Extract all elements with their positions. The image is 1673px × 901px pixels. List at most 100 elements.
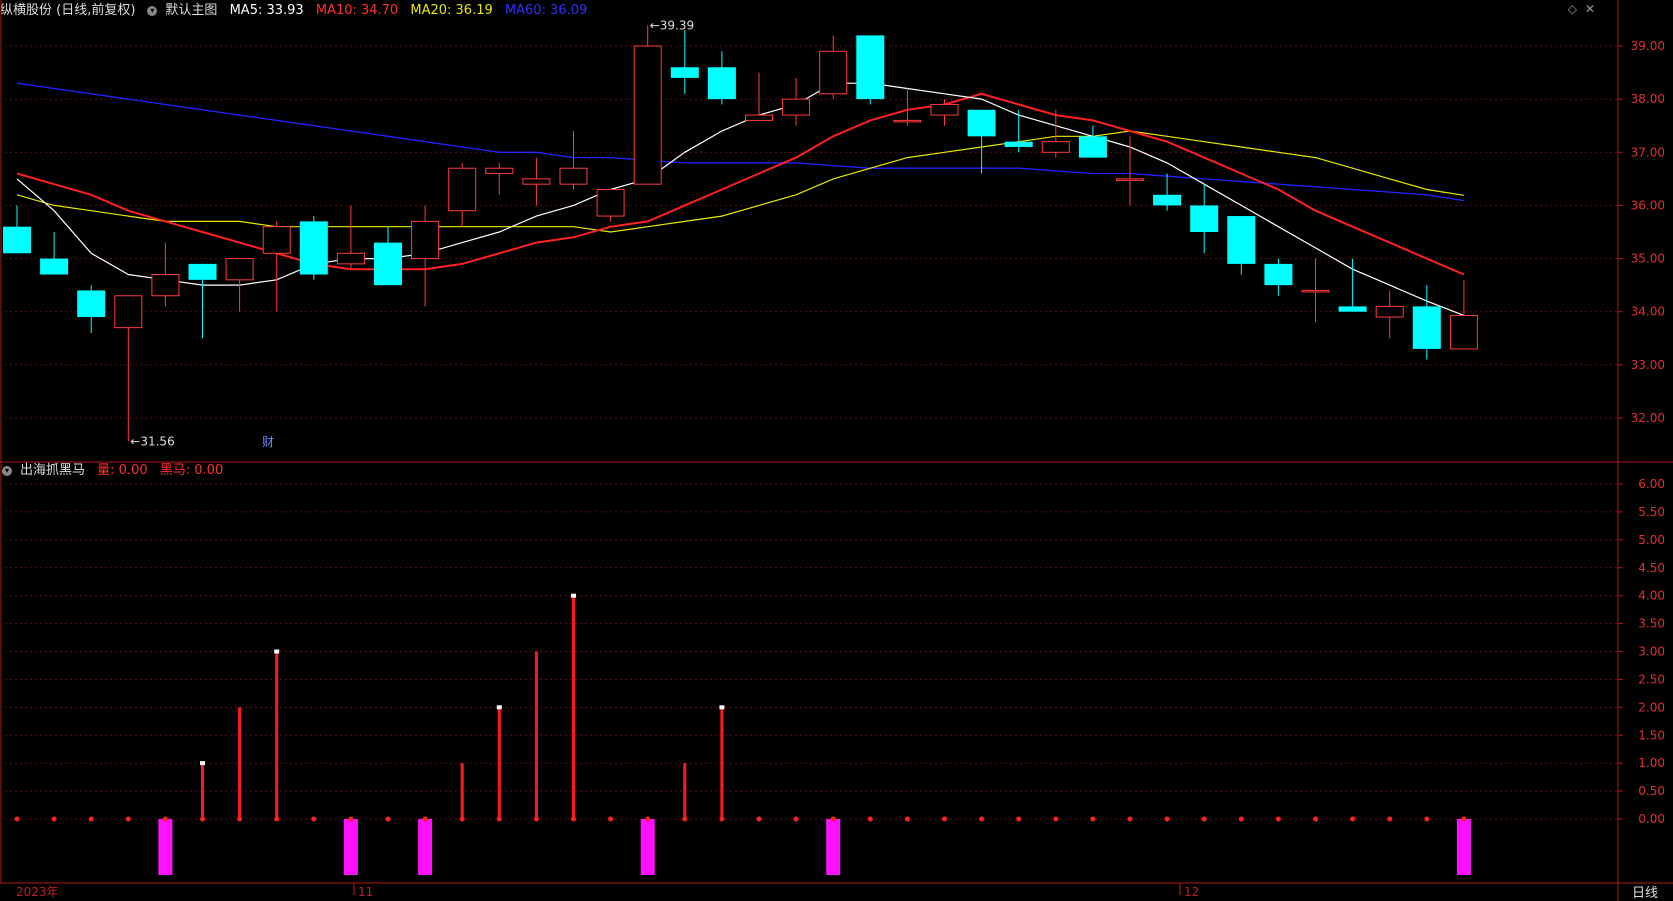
candle-body-down xyxy=(1153,194,1182,206)
candle-body-up xyxy=(522,178,551,185)
candle-body-up xyxy=(559,167,588,185)
signal-tip xyxy=(200,761,205,766)
candle-body-down xyxy=(77,290,106,318)
candle-body-up xyxy=(485,167,514,175)
zero-dot xyxy=(200,816,205,822)
zero-dot xyxy=(830,816,836,822)
x-axis-label: 11 xyxy=(358,885,373,899)
y-tick-label: 1.50 xyxy=(1638,728,1665,742)
zero-dot xyxy=(274,816,280,822)
y-tick-label: 3.50 xyxy=(1638,617,1665,631)
zero-dot xyxy=(125,816,131,822)
zero-dot xyxy=(979,816,985,822)
signal-tip xyxy=(496,705,502,710)
candle-body-up xyxy=(1301,289,1330,293)
signal-tip xyxy=(571,593,576,598)
candle-body-down xyxy=(188,263,217,280)
zero-dot xyxy=(533,816,539,822)
period-label: 日线 xyxy=(1632,886,1658,901)
candle-body-up xyxy=(1041,141,1070,153)
y-tick-label: 6.00 xyxy=(1638,477,1665,491)
y-tick-label: 39.00 xyxy=(1631,39,1665,53)
zero-dot xyxy=(1238,816,1244,822)
zero-dot xyxy=(571,816,576,822)
zero-dot xyxy=(904,816,910,822)
ma5-line xyxy=(16,82,1465,316)
candle-body-down xyxy=(856,35,885,100)
horse-bar xyxy=(826,819,841,875)
candle-body-down xyxy=(670,67,699,78)
zero-dot xyxy=(459,816,465,822)
candle-body-up xyxy=(262,226,291,254)
zero-dot xyxy=(942,816,947,822)
candle-body-down xyxy=(1190,205,1219,232)
y-tick-label: 37.00 xyxy=(1631,145,1665,159)
y-tick-label: 33.00 xyxy=(1631,358,1665,372)
y-tick-label: 2.00 xyxy=(1638,700,1665,714)
zero-dot xyxy=(496,816,502,822)
candle-body-down xyxy=(374,242,402,286)
y-tick-label: 0.50 xyxy=(1638,784,1665,798)
y-tick-label: 38.00 xyxy=(1631,92,1665,106)
candle-body-up xyxy=(1116,178,1144,181)
horse-bar xyxy=(418,819,433,875)
zero-dot xyxy=(1164,816,1170,822)
candle-body-up xyxy=(819,50,848,95)
zero-dot xyxy=(51,816,57,822)
price-annotation: ←39.39 xyxy=(650,18,694,32)
y-tick-label: 0.00 xyxy=(1638,812,1665,826)
finance-marker: 财 xyxy=(262,435,274,449)
zero-dot xyxy=(608,816,614,822)
candle-body-down xyxy=(707,67,736,100)
zero-dot xyxy=(1313,816,1318,822)
zero-dot xyxy=(348,816,354,822)
y-tick-label: 35.00 xyxy=(1631,252,1665,266)
zero-dot xyxy=(793,816,799,822)
zero-dot xyxy=(1461,816,1467,822)
horse-bar xyxy=(343,819,358,875)
horse-bar xyxy=(1456,819,1471,875)
horse-bar xyxy=(158,819,173,875)
x-axis-label: 12 xyxy=(1184,885,1199,899)
y-tick-label: 32.00 xyxy=(1631,411,1665,425)
signal-tip xyxy=(274,649,280,654)
y-tick-label: 5.00 xyxy=(1638,533,1665,547)
candle-body-down xyxy=(1004,141,1033,147)
candle-body-up xyxy=(114,295,143,329)
y-tick-label: 34.00 xyxy=(1631,305,1665,319)
candle-body-down xyxy=(1078,136,1107,158)
zero-dot xyxy=(237,816,243,822)
y-tick-label: 1.00 xyxy=(1638,756,1665,770)
zero-dot xyxy=(756,816,762,822)
horse-bar xyxy=(640,819,655,875)
zero-dot xyxy=(14,816,20,822)
candle-body-down xyxy=(299,221,328,275)
zero-dot xyxy=(1424,816,1430,822)
candle-body-up xyxy=(1449,314,1478,350)
y-tick-label: 4.00 xyxy=(1638,589,1665,603)
candle-body-down xyxy=(40,258,69,275)
candle-body-up xyxy=(633,45,662,185)
zero-dot xyxy=(867,816,873,822)
zero-dot xyxy=(1127,816,1133,822)
zero-dot xyxy=(162,816,168,822)
x-axis-label: 2023年 xyxy=(16,885,59,899)
y-tick-label: 2.50 xyxy=(1638,672,1665,686)
candle-body-up xyxy=(596,188,625,217)
zero-dot xyxy=(88,816,94,822)
y-tick-label: 4.50 xyxy=(1638,561,1665,575)
y-tick-label: 3.00 xyxy=(1638,645,1665,659)
y-tick-label: 36.00 xyxy=(1631,198,1665,212)
candle-body-up xyxy=(745,114,773,121)
kline-chart[interactable]: 39.00 38.00 37.00 36.00 35.00 34.00 33.00 32.00… xyxy=(0,0,1673,901)
candle-body-down xyxy=(1227,216,1256,264)
candle-body-down xyxy=(1412,306,1441,349)
zero-dot xyxy=(422,816,428,822)
zero-dot xyxy=(719,816,725,822)
candle-body-down xyxy=(1264,263,1293,286)
y-tick-label: 5.50 xyxy=(1638,505,1665,519)
candle-body-up xyxy=(151,274,180,297)
candle-body-up xyxy=(411,220,440,260)
zero-dot xyxy=(1350,816,1356,822)
zero-dot xyxy=(1053,816,1059,822)
